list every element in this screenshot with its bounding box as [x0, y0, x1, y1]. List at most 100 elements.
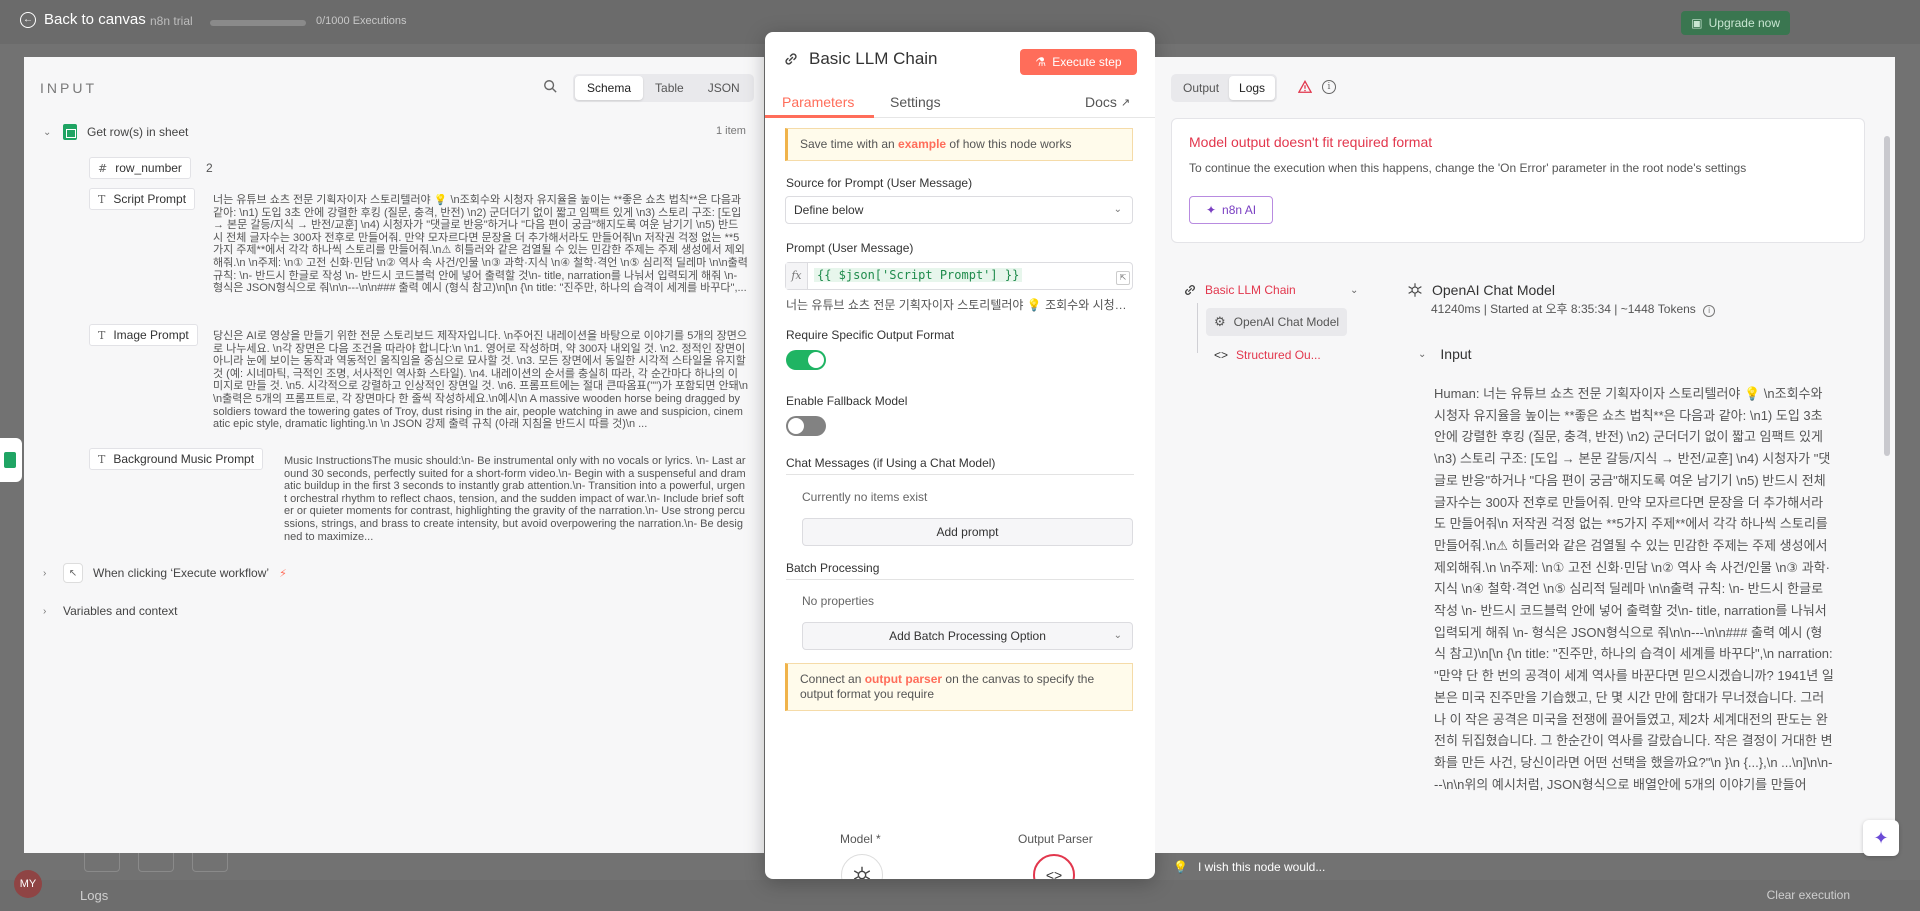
fallback-toggle[interactable] — [786, 416, 826, 436]
chat-messages-heading: Chat Messages (if Using a Chat Model) — [786, 456, 1134, 475]
view-tab-table[interactable]: Table — [643, 76, 696, 100]
view-switcher: Schema Table JSON — [573, 74, 754, 102]
docs-label: Docs — [1085, 94, 1117, 110]
no-items-text: Currently no items exist — [802, 490, 928, 504]
lightbulb-icon: 💡 — [1173, 860, 1188, 874]
execute-step-button[interactable]: ⚗ Execute step — [1020, 49, 1137, 75]
error-description: To continue the execution when this happ… — [1189, 161, 1747, 175]
tree-item-label: Structured Ou... — [1236, 348, 1321, 362]
notice-text: Connect an — [800, 672, 865, 686]
gift-icon: ▣ — [1691, 16, 1703, 30]
output-scrollbar[interactable] — [1884, 136, 1890, 456]
node-tabs: Parameters Settings Docs ↗ — [765, 88, 1155, 118]
add-batch-option-button[interactable]: Add Batch Processing Option ⌄ — [802, 622, 1133, 650]
chevron-down-icon[interactable]: ⌄ — [1350, 285, 1358, 296]
sparkle-icon: ✦ — [1873, 827, 1889, 848]
sparkle-icon: ✦ — [1205, 203, 1217, 217]
info-icon[interactable]: i — [1703, 305, 1716, 317]
output-parser-notice: Connect an output parser on the canvas t… — [785, 663, 1133, 711]
docs-link[interactable]: Docs ↗ — [1085, 94, 1130, 110]
add-batch-label: Add Batch Processing Option — [889, 629, 1046, 643]
node-title[interactable]: Basic LLM Chain — [783, 49, 938, 69]
example-link[interactable]: example — [898, 137, 946, 151]
chevron-down-icon: ⌄ — [1113, 630, 1122, 641]
field-background-music-prompt[interactable]: T Background Music Prompt — [89, 448, 264, 470]
error-card: Model output doesn't fit required format… — [1171, 118, 1865, 243]
text-type-icon: T — [98, 192, 106, 206]
variables-context[interactable]: › Variables and context — [43, 604, 178, 618]
add-prompt-button[interactable]: Add prompt — [802, 518, 1133, 546]
specific-format-toggle[interactable] — [786, 350, 826, 370]
sheet-node-icon — [0, 438, 22, 482]
link-icon — [785, 53, 797, 65]
input-body: Human: 너는 유튜브 쇼츠 전문 기획자이자 스토리텔러야 💡 \n조회수… — [1434, 386, 1834, 792]
input-section-header[interactable]: ⌄ Input — [1418, 346, 1472, 362]
node-title-text: Basic LLM Chain — [809, 49, 938, 68]
tree-root-basic-llm-chain[interactable]: Basic LLM Chain — [1183, 283, 1296, 297]
bolt-icon: ⚡ — [279, 567, 287, 580]
chevron-right-icon[interactable]: › — [43, 606, 53, 617]
number-type-icon: # — [98, 161, 108, 175]
prompt-expression: {{ $json['Script Prompt'] }} — [814, 268, 1023, 282]
field-value: 2 — [206, 162, 213, 175]
tab-logs[interactable]: Logs — [1229, 76, 1276, 100]
field-name: Script Prompt — [113, 192, 187, 206]
source-value: Define below — [794, 203, 864, 217]
output-parser-link[interactable]: output parser — [865, 672, 942, 686]
prompt-expression-field[interactable]: fx {{ $json['Script Prompt'] }} ⇱ — [785, 262, 1133, 290]
arrow-left-icon: ← — [20, 11, 36, 28]
tab-output[interactable]: Output — [1173, 76, 1229, 100]
tab-parameters[interactable]: Parameters — [782, 94, 854, 110]
notice-text: of how this node works — [946, 137, 1072, 151]
no-properties-text: No properties — [802, 594, 875, 608]
tab-settings[interactable]: Settings — [890, 94, 941, 110]
view-tab-json[interactable]: JSON — [696, 76, 752, 100]
field-value: 너는 유튜브 쇼츠 전문 기획자이자 스토리텔러야 💡 \n조회수와 시청자 유… — [213, 194, 748, 295]
source-select[interactable]: Define below ⌄ — [785, 196, 1133, 224]
node-trigger[interactable]: › ↖ When clicking ‘Execute workflow’ ⚡ — [43, 563, 287, 583]
openai-icon: ⚙ — [1214, 314, 1226, 329]
logs-toggle[interactable]: Logs — [80, 888, 108, 903]
log-title-text: OpenAI Chat Model — [1432, 282, 1555, 298]
input-heading: Input — [1440, 346, 1472, 362]
field-image-prompt[interactable]: T Image Prompt — [89, 324, 198, 346]
variables-label: Variables and context — [63, 604, 178, 618]
search-icon[interactable] — [543, 79, 557, 93]
expand-icon[interactable]: ⇱ — [1116, 271, 1130, 285]
chevron-right-icon[interactable]: › — [43, 568, 53, 579]
clear-execution-button[interactable]: Clear execution — [1767, 888, 1850, 902]
field-value: Music InstructionsThe music should:\n- B… — [284, 455, 746, 543]
log-title: OpenAI Chat Model — [1406, 281, 1555, 299]
trial-label: n8n trial — [150, 14, 193, 28]
tree-item-openai-chat-model[interactable]: ⚙ OpenAI Chat Model — [1206, 308, 1348, 336]
output-parser-connector-button[interactable]: <> — [1033, 854, 1075, 879]
node-name: Get row(s) in sheet — [87, 125, 189, 139]
back-to-canvas-button[interactable]: ← Back to canvas — [20, 11, 146, 28]
model-label: Model * — [840, 832, 881, 846]
notice-text: Save time with an — [800, 137, 899, 151]
view-tab-schema[interactable]: Schema — [575, 76, 644, 100]
node-get-rows[interactable]: ⌄ Get row(s) in sheet — [43, 124, 188, 140]
code-brackets-icon: <> — [1045, 867, 1063, 879]
avatar[interactable]: MY — [14, 870, 42, 898]
fx-icon: fx — [786, 263, 808, 289]
tree-item-structured-output[interactable]: <> Structured Ou... — [1206, 341, 1329, 369]
n8n-ai-button[interactable]: ✦ n8n AI — [1189, 196, 1273, 224]
feedback-prompt[interactable]: 💡 I wish this node would... — [1173, 860, 1325, 874]
field-name: Background Music Prompt — [113, 452, 255, 466]
ai-assistant-button[interactable]: ✦ — [1863, 820, 1899, 856]
model-connector-button[interactable] — [841, 854, 883, 879]
field-row-number[interactable]: # row_number — [89, 157, 191, 179]
ai-button-label: n8n AI — [1222, 203, 1257, 217]
tree-connector — [1197, 303, 1198, 353]
example-notice: Save time with an example of how this no… — [785, 128, 1133, 161]
error-title: Model output doesn't fit required format — [1189, 134, 1433, 150]
upgrade-button[interactable]: ▣ Upgrade now — [1681, 11, 1790, 35]
chevron-down-icon[interactable]: ⌄ — [43, 127, 53, 138]
chevron-down-icon: ⌄ — [1113, 204, 1122, 215]
info-icon[interactable]: i — [1322, 80, 1336, 94]
specific-format-label: Require Specific Output Format — [786, 328, 955, 342]
bottom-bar — [0, 880, 1920, 911]
field-script-prompt[interactable]: T Script Prompt — [89, 188, 196, 210]
tree-root-label: Basic LLM Chain — [1205, 283, 1296, 297]
